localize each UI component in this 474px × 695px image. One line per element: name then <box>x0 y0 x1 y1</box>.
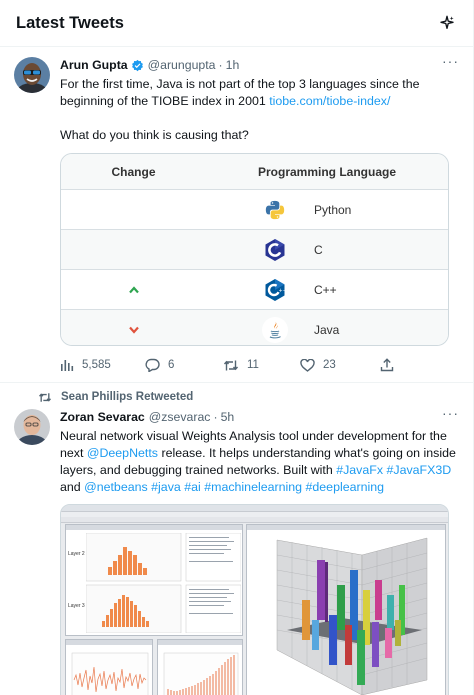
sorted-weights-panel <box>157 639 243 695</box>
column-header-change: Change <box>111 164 156 179</box>
layers-panel: Layer 2 Layer 3 <box>65 524 243 636</box>
share-button[interactable] <box>380 358 402 372</box>
reply-button[interactable]: 6 <box>145 358 223 372</box>
retweet-icon <box>223 360 239 370</box>
change-cell <box>61 326 206 334</box>
mention-link[interactable]: @netbeans <box>84 480 148 494</box>
timeline: Latest Tweets Arun Gupta @arungupta · 1h… <box>0 0 474 695</box>
tweet-text: Neural network visual Weights Analysis t… <box>60 428 459 496</box>
tweet-text: For the first time, Java is not part of … <box>60 76 459 144</box>
tweet[interactable]: Zoran Sevarac @zsevarac · 5h ··· Neural … <box>0 405 473 695</box>
avatar[interactable] <box>14 57 50 93</box>
sparkle-icon[interactable] <box>437 13 457 33</box>
retweet-button[interactable]: 11 <box>223 359 300 372</box>
java-icon <box>262 317 288 343</box>
like-count: 23 <box>323 359 336 371</box>
tiobe-link[interactable]: tiobe.com/tiobe-index/ <box>269 94 390 108</box>
analytics-icon <box>61 360 74 371</box>
author-name[interactable]: Zoran Sevarac <box>60 410 145 424</box>
cpp-icon: ++ <box>262 277 288 303</box>
author-name[interactable]: Arun Gupta <box>60 58 128 72</box>
retweet-count: 11 <box>247 359 259 371</box>
media-image[interactable]: Layer 2 Layer 3 <box>60 504 449 695</box>
hashtag-link[interactable]: #JavaFx <box>336 463 383 477</box>
down-arrow-icon <box>128 326 139 334</box>
separator-dot: · <box>218 58 223 72</box>
weights-3d-panel <box>246 524 446 695</box>
table-row: Java <box>61 310 448 345</box>
retweet-icon <box>38 392 52 402</box>
avatar[interactable] <box>14 409 50 445</box>
tweet-text-part: and <box>60 480 85 494</box>
table-image[interactable]: Change Programming Language Python C ++ … <box>60 153 449 346</box>
language-name: C++ <box>314 282 337 297</box>
language-name: Java <box>314 323 340 337</box>
table-row: C <box>61 230 448 270</box>
reply-count: 6 <box>168 359 175 371</box>
table-header-row: Change Programming Language <box>61 154 448 190</box>
change-cell <box>61 285 206 294</box>
tweet-time[interactable]: 5h <box>221 410 235 424</box>
retweeted-by: Sean Phillips Retweeted <box>61 391 194 403</box>
separator-dot: · <box>213 410 218 424</box>
page-title: Latest Tweets <box>16 13 124 32</box>
retweet-context[interactable]: Sean Phillips Retweeted <box>0 383 473 405</box>
table-row: ++ C++ <box>61 270 448 310</box>
views-count: 5,585 <box>82 359 111 371</box>
share-icon <box>380 358 394 372</box>
column-header-language: Programming Language <box>257 164 397 179</box>
c-icon <box>262 237 288 263</box>
hashtag-link[interactable]: #deeplearning <box>306 480 385 494</box>
author-handle[interactable]: @arungupta <box>148 58 216 72</box>
hashtag-link[interactable]: #ai <box>184 480 201 494</box>
author-handle[interactable]: @zsevarac <box>149 410 211 424</box>
python-icon <box>262 197 288 223</box>
heart-icon <box>300 358 315 372</box>
tweet-time[interactable]: 1h <box>226 58 240 72</box>
layer-label: Layer 2 <box>68 551 85 557</box>
svg-text:++: ++ <box>279 287 287 293</box>
like-button[interactable]: 23 <box>300 358 380 372</box>
tweet-actions: 5,585 6 11 23 <box>60 348 459 382</box>
timeline-header: Latest Tweets <box>0 0 473 47</box>
tweet[interactable]: Arun Gupta @arungupta · 1h ··· For the f… <box>0 47 473 383</box>
hashtag-link[interactable]: #JavaFX3D <box>386 463 451 477</box>
reply-icon <box>145 358 160 372</box>
verified-badge-icon <box>131 59 143 71</box>
hashtag-link[interactable]: #machinelearning <box>204 480 302 494</box>
more-options-icon[interactable]: ··· <box>442 54 459 68</box>
tweet-header: Arun Gupta @arungupta · 1h ··· <box>60 54 459 73</box>
more-options-icon[interactable]: ··· <box>442 406 459 420</box>
language-name: C <box>314 242 323 257</box>
table-row: Python <box>61 190 448 230</box>
weights-plot-panel <box>65 639 153 695</box>
mention-link[interactable]: @DeepNetts <box>87 446 158 460</box>
up-arrow-icon <box>128 285 139 293</box>
tweet-header: Zoran Sevarac @zsevarac · 5h ··· <box>60 406 459 425</box>
language-name: Python <box>314 202 352 217</box>
layer-label: Layer 3 <box>68 603 85 609</box>
views-button[interactable]: 5,585 <box>60 358 145 372</box>
hashtag-link[interactable]: #java <box>151 480 181 494</box>
tweet-text-question: What do you think is causing that? <box>60 128 249 142</box>
